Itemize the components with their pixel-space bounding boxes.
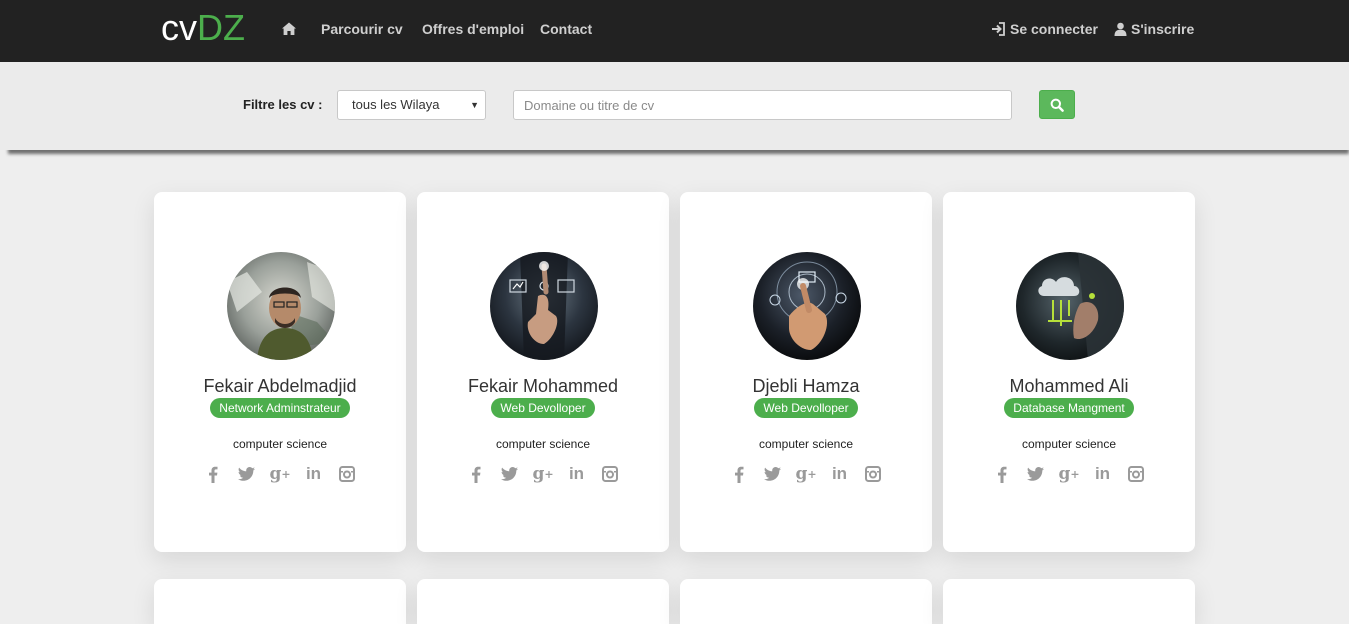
- social-links: g + in: [417, 464, 669, 484]
- cv-card[interactable]: [943, 579, 1195, 624]
- avatar: [490, 252, 598, 360]
- card-name: Fekair Mohammed: [467, 376, 619, 396]
- card-field: computer science: [1021, 437, 1117, 451]
- cv-card[interactable]: [154, 579, 406, 624]
- social-links: g + in: [680, 464, 932, 484]
- cv-card[interactable]: [417, 579, 669, 624]
- instagram-icon[interactable]: [856, 464, 890, 484]
- linkedin-icon[interactable]: in: [297, 464, 331, 484]
- instagram-icon[interactable]: [593, 464, 627, 484]
- nav-offres-emploi[interactable]: Offres d'emploi: [422, 21, 524, 37]
- job-title-badge: Database Mangment: [1004, 398, 1134, 418]
- wilaya-select[interactable]: tous les Wilaya ▼: [337, 90, 486, 120]
- google-plus-icon[interactable]: g +: [263, 464, 297, 484]
- social-links: g + in: [943, 464, 1195, 484]
- user-icon: [1114, 22, 1127, 36]
- facebook-icon[interactable]: [459, 464, 493, 484]
- wilaya-selected-value: tous les Wilaya: [352, 97, 440, 112]
- sign-in-icon: [992, 22, 1005, 36]
- filter-label: Filtre les cv :: [243, 97, 323, 112]
- signup-link[interactable]: S'inscrire: [1114, 21, 1194, 37]
- job-title-badge: Web Devolloper: [491, 398, 595, 418]
- job-title-badge: Network Adminstrateur: [210, 398, 350, 418]
- brand-accent: DZ: [197, 7, 245, 48]
- cv-card[interactable]: Djebli Hamza Web Devolloper computer sci…: [680, 192, 932, 552]
- facebook-icon[interactable]: [196, 464, 230, 484]
- twitter-icon[interactable]: [230, 464, 264, 484]
- twitter-icon[interactable]: [493, 464, 527, 484]
- brand-logo[interactable]: cvDZ: [161, 8, 245, 48]
- search-button[interactable]: [1039, 90, 1075, 119]
- social-links: g + in: [154, 464, 406, 484]
- google-plus-icon[interactable]: g +: [1052, 464, 1086, 484]
- card-field: computer science: [495, 437, 591, 451]
- instagram-icon[interactable]: [330, 464, 364, 484]
- cv-card[interactable]: Fekair Abdelmadjid Network Adminstrateur…: [154, 192, 406, 552]
- card-name: Fekair Abdelmadjid: [203, 376, 357, 396]
- brand-prefix: cv: [161, 7, 197, 48]
- cv-card[interactable]: [680, 579, 932, 624]
- signup-label: S'inscrire: [1131, 21, 1195, 37]
- job-title-badge: Web Devolloper: [754, 398, 858, 418]
- google-plus-icon[interactable]: g +: [789, 464, 823, 484]
- card-name: Djebli Hamza: [752, 376, 860, 396]
- card-name: Mohammed Ali: [1009, 376, 1129, 396]
- top-navbar: cvDZ Parcourir cv Offres d'emploi Contac…: [0, 0, 1349, 62]
- cv-card[interactable]: Fekair Mohammed Web Devolloper computer …: [417, 192, 669, 552]
- home-icon[interactable]: [281, 21, 297, 37]
- chevron-down-icon: ▼: [470, 100, 479, 110]
- nav-contact[interactable]: Contact: [540, 21, 592, 37]
- login-link[interactable]: Se connecter: [991, 21, 1098, 37]
- facebook-icon[interactable]: [985, 464, 1019, 484]
- nav-parcourir-cv[interactable]: Parcourir cv: [321, 21, 403, 37]
- search-input[interactable]: [513, 90, 1012, 120]
- avatar: [1016, 252, 1124, 360]
- avatar: [227, 252, 335, 360]
- instagram-icon[interactable]: [1119, 464, 1153, 484]
- facebook-icon[interactable]: [722, 464, 756, 484]
- twitter-icon[interactable]: [756, 464, 790, 484]
- linkedin-icon[interactable]: in: [823, 464, 857, 484]
- google-plus-icon[interactable]: g +: [526, 464, 560, 484]
- avatar: [753, 252, 861, 360]
- card-field: computer science: [758, 437, 854, 451]
- twitter-icon[interactable]: [1019, 464, 1053, 484]
- card-field: computer science: [232, 437, 328, 451]
- linkedin-icon[interactable]: in: [560, 464, 594, 484]
- cv-card[interactable]: Mohammed Ali Database Mangment computer …: [943, 192, 1195, 552]
- search-icon: [1050, 98, 1064, 112]
- login-label: Se connecter: [1010, 21, 1098, 37]
- linkedin-icon[interactable]: in: [1086, 464, 1120, 484]
